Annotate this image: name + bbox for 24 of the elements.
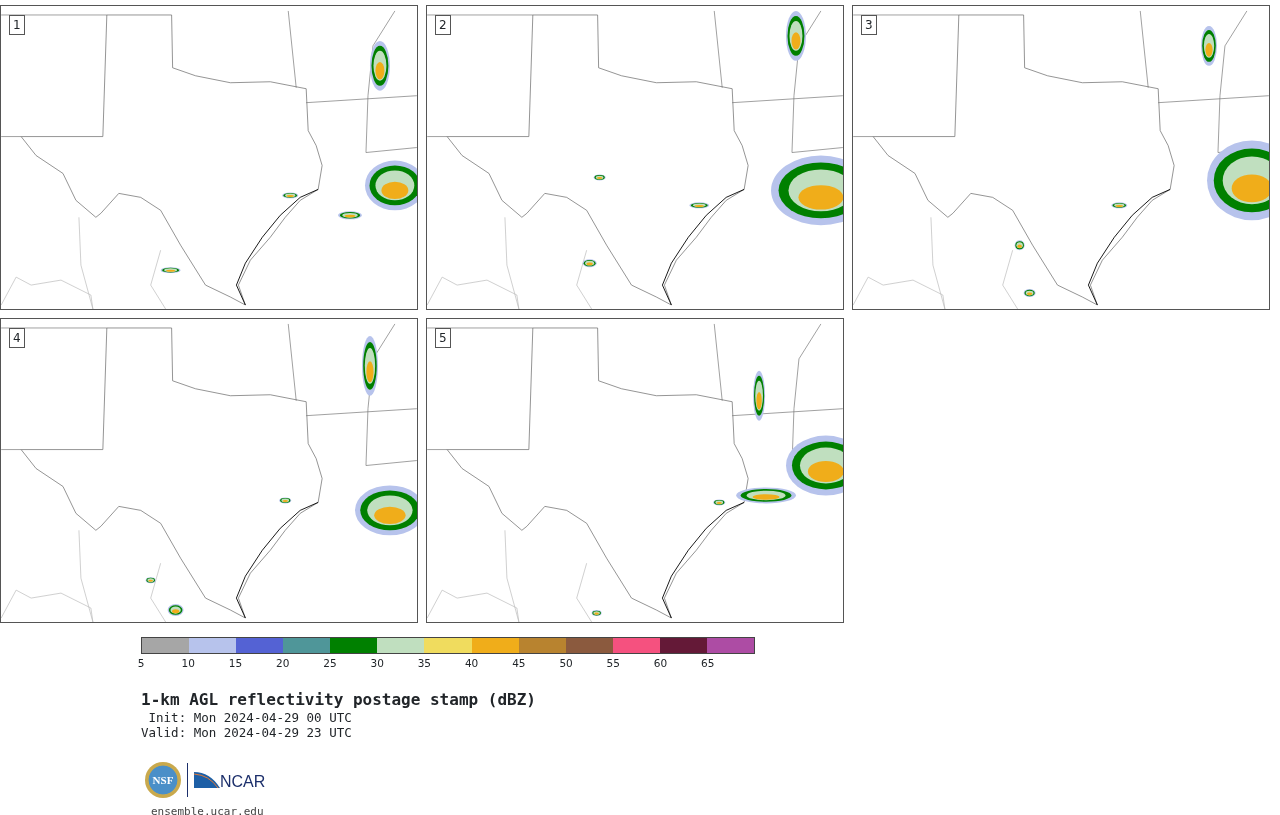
tick-label: 30 (370, 657, 384, 669)
tick-label: 5 (137, 657, 145, 669)
tick-label: 10 (181, 657, 195, 669)
valid-time: Valid: Mon 2024-04-29 23 UTC (141, 725, 352, 740)
member-number: 3 (861, 15, 877, 35)
member-number: 4 (9, 328, 25, 348)
tick-label: 15 (228, 657, 243, 669)
member-number: 5 (435, 328, 451, 348)
tick-label: 25 (323, 657, 337, 669)
member-number: 2 (435, 15, 451, 35)
website-url: ensemble.ucar.edu (151, 804, 264, 815)
tick-label: 35 (417, 657, 432, 669)
nsf-logo: NSF (145, 762, 181, 798)
tick-label: 45 (512, 657, 526, 669)
chart-title: 1-km AGL reflectivity postage stamp (dBZ) (141, 690, 536, 710)
ncar-logo: NCAR (194, 770, 266, 790)
tick-label: 55 (606, 657, 620, 669)
tick-label: 50 (559, 657, 573, 669)
tick-label: 65 (701, 657, 715, 669)
init-time: Init: Mon 2024-04-29 00 UTC (147, 710, 352, 725)
tick-label: 60 (653, 657, 668, 669)
tick-label: 20 (276, 657, 290, 669)
tick-label: 40 (464, 657, 479, 669)
member-number: 1 (9, 15, 25, 35)
